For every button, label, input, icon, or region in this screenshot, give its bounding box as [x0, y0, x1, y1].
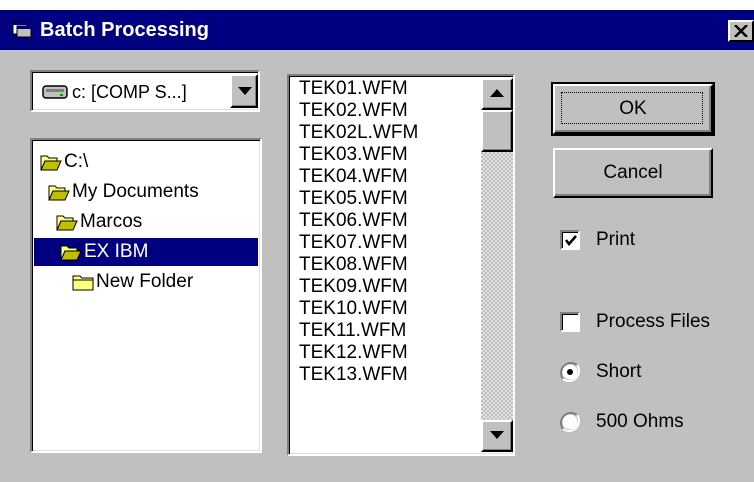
folder-open-icon — [48, 182, 70, 210]
radio-dot — [567, 369, 573, 375]
folder-open-icon — [56, 212, 78, 240]
batch-window-icon — [12, 20, 32, 38]
directory-item[interactable]: C:\ — [38, 148, 258, 176]
directory-item[interactable]: My Documents — [46, 178, 258, 206]
window-title: Batch Processing — [40, 19, 209, 41]
directory-list[interactable]: C:\ My Documents Marcos EX IBM New Folde… — [30, 138, 262, 453]
directory-item-selected[interactable]: EX IBM — [34, 238, 258, 266]
file-item[interactable]: TEK08.WFM — [299, 254, 408, 276]
directory-label: New Folder — [96, 271, 194, 292]
print-checkbox[interactable] — [560, 230, 580, 250]
folder-open-icon — [40, 152, 62, 180]
folder-open-icon — [60, 242, 82, 270]
cancel-button-label: Cancel — [603, 162, 663, 183]
ok-button[interactable]: OK — [551, 82, 715, 136]
chevron-down-icon — [238, 87, 252, 95]
file-item[interactable]: TEK04.WFM — [299, 166, 408, 188]
process-files-checkbox[interactable] — [560, 312, 580, 332]
directory-item[interactable]: New Folder — [70, 268, 258, 296]
file-item[interactable]: TEK01.WFM — [299, 78, 408, 100]
folder-closed-icon — [72, 272, 94, 300]
close-icon — [734, 25, 748, 37]
ohms-radio[interactable] — [560, 412, 580, 432]
close-button[interactable] — [728, 20, 754, 42]
file-item[interactable]: TEK09.WFM — [299, 276, 408, 298]
file-item[interactable]: TEK05.WFM — [299, 188, 408, 210]
file-item[interactable]: TEK07.WFM — [299, 232, 408, 254]
file-item[interactable]: TEK10.WFM — [299, 298, 408, 320]
title-bar[interactable]: Batch Processing — [0, 10, 754, 50]
checkmark-icon — [565, 235, 577, 246]
process-files-option[interactable]: Process Files — [560, 310, 740, 334]
ohms-option[interactable]: 500 Ohms — [560, 410, 720, 434]
file-item[interactable]: TEK13.WFM — [299, 364, 408, 386]
file-item[interactable]: TEK02.WFM — [299, 100, 408, 122]
print-label: Print — [596, 229, 636, 250]
scroll-up-button[interactable] — [481, 78, 513, 110]
file-list-scrollbar[interactable] — [481, 78, 513, 452]
ohms-label: 500 Ohms — [596, 411, 684, 432]
scroll-down-arrow-icon — [490, 431, 504, 439]
directory-label: C:\ — [64, 151, 89, 172]
scroll-down-button[interactable] — [481, 420, 513, 452]
process-files-label: Process Files — [596, 311, 711, 332]
file-item[interactable]: TEK06.WFM — [299, 210, 408, 232]
ok-button-label: OK — [619, 98, 647, 119]
drive-select-value: c: [COMP S...] — [72, 82, 187, 102]
batch-processing-window: Batch Processing c: [COMP S...] C:\ My D… — [0, 10, 754, 482]
hard-drive-icon — [42, 85, 68, 104]
file-item[interactable]: TEK02L.WFM — [299, 122, 418, 144]
drive-select[interactable]: c: [COMP S...] — [30, 70, 260, 112]
scroll-thumb[interactable] — [481, 110, 513, 152]
cancel-button[interactable]: Cancel — [553, 148, 713, 198]
drive-dropdown-button[interactable] — [230, 74, 258, 108]
directory-item[interactable]: Marcos — [54, 208, 258, 236]
directory-label: My Documents — [72, 181, 199, 202]
short-option[interactable]: Short — [560, 360, 710, 384]
file-item[interactable]: TEK12.WFM — [299, 342, 408, 364]
file-list[interactable]: TEK01.WFM TEK02.WFM TEK02L.WFM TEK03.WFM… — [287, 74, 515, 456]
file-item[interactable]: TEK11.WFM — [299, 320, 406, 342]
directory-label: EX IBM — [84, 241, 149, 262]
short-label: Short — [596, 361, 642, 382]
file-item[interactable]: TEK03.WFM — [299, 144, 408, 166]
print-option[interactable]: Print — [560, 228, 710, 252]
short-radio[interactable] — [560, 362, 580, 382]
directory-label: Marcos — [80, 211, 143, 232]
scroll-up-arrow-icon — [490, 89, 504, 97]
